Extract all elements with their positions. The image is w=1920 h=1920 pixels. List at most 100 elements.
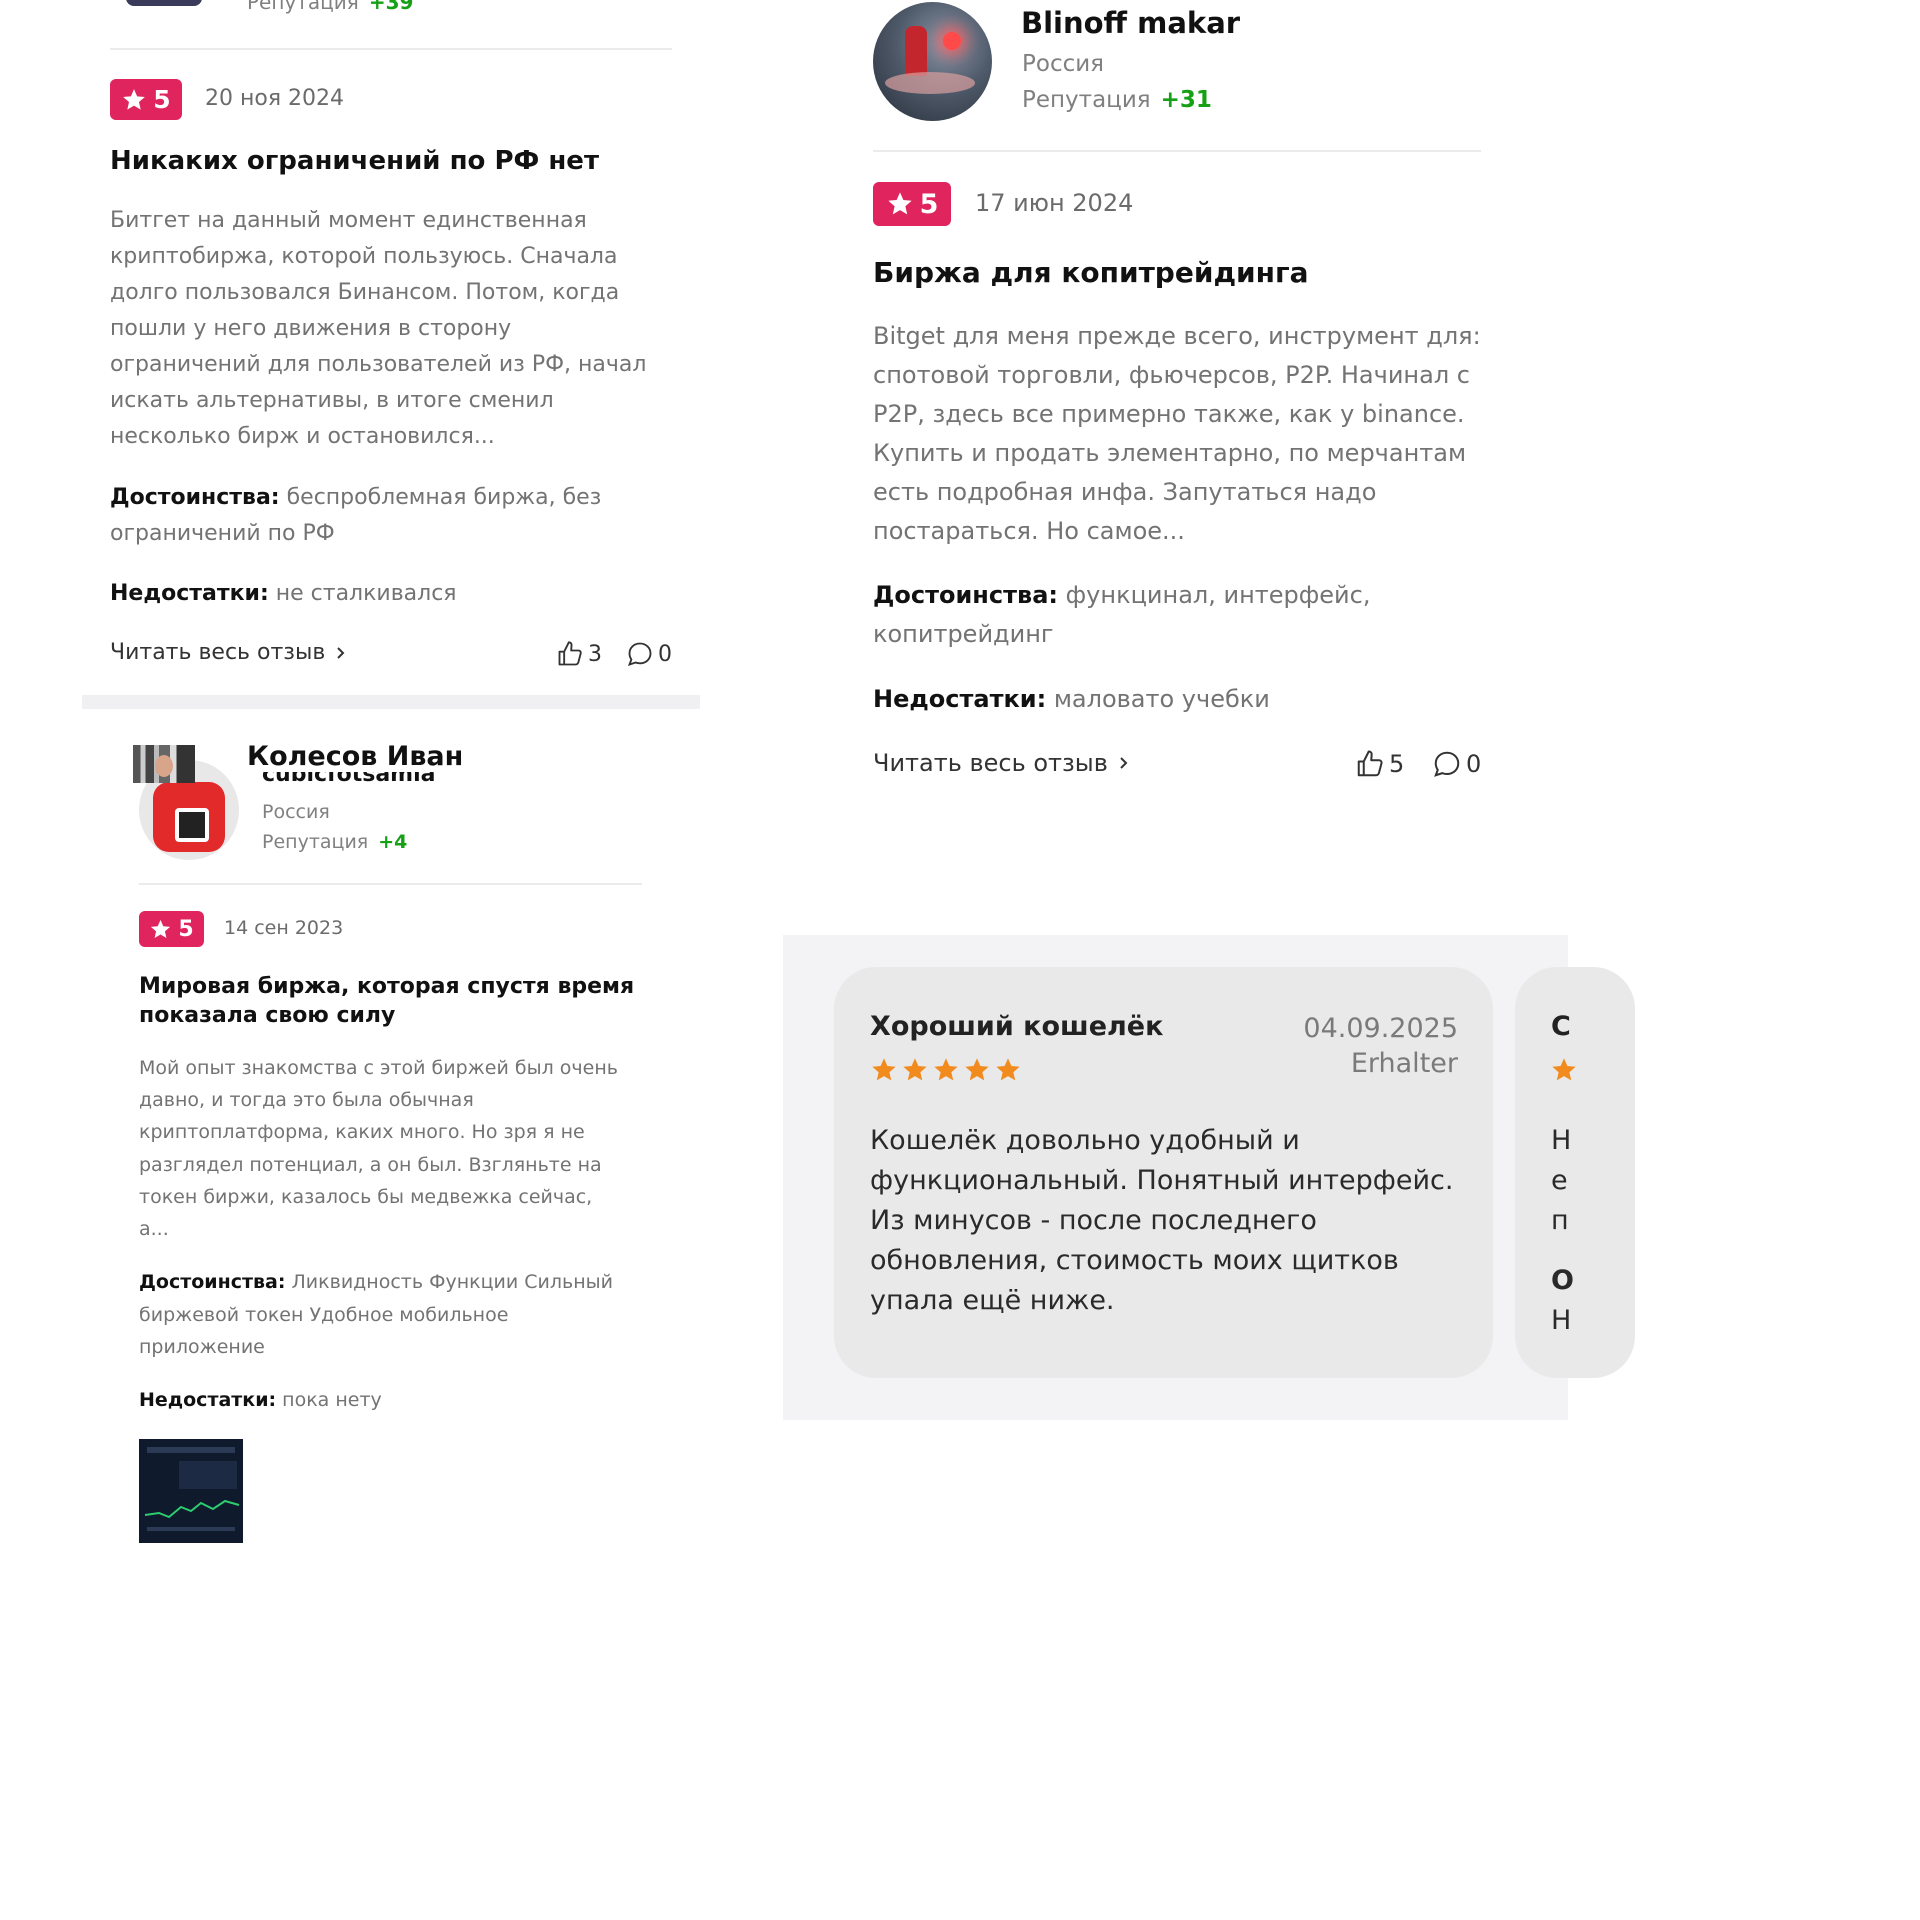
- review-title[interactable]: Биржа для копитрейдинга: [873, 256, 1309, 289]
- user-country: Россия: [262, 801, 330, 823]
- reputation-row: Репутация +4: [262, 831, 407, 853]
- app-review-body: Кошелёк довольно удобный и функциональны…: [870, 1121, 1470, 1321]
- body-line: криптобиржа, которой пользуюсь. Сначала: [110, 244, 618, 269]
- mascot-mouth: [175, 808, 209, 842]
- comment-count: 0: [658, 641, 672, 667]
- reputation-label: Репутация: [262, 831, 369, 853]
- body-line: пошли у него движения в сторону: [110, 316, 512, 341]
- review-screenshot-thumbnail[interactable]: [139, 1439, 243, 1543]
- user-country: Россия: [1022, 51, 1105, 77]
- comment-count: 0: [1466, 750, 1482, 778]
- body-line: несколько бирж и остановился...: [110, 424, 495, 449]
- review-date: 20 ноя 2024: [205, 86, 345, 111]
- thumbs-up-icon: [558, 641, 582, 666]
- star-icon: [965, 1058, 989, 1081]
- reputation-row: Репутация +39: [247, 0, 413, 14]
- body-line: Кошелёк довольно удобный и: [870, 1125, 1300, 1156]
- star-icon: [887, 192, 912, 215]
- rating-badge: 5: [139, 911, 204, 947]
- pros-text: копитрейдинг: [873, 620, 1054, 648]
- cons-block: Недостатки: не сталкивался: [110, 576, 457, 612]
- body-line: Битгет на данный момент единственная: [110, 208, 587, 233]
- body-line: спотовой торговли, фьючерсов, P2P. Начин…: [873, 361, 1470, 389]
- cons-text: не сталкивался: [275, 581, 457, 606]
- reputation-value: +31: [1160, 87, 1212, 113]
- reputation-label: Репутация: [1022, 87, 1151, 113]
- like-button[interactable]: 5: [1355, 749, 1404, 779]
- app-review-date: 04.09.2025: [1303, 1013, 1458, 1044]
- reputation-value: +39: [368, 0, 414, 14]
- read-full-review-link[interactable]: Читать весь отзыв: [110, 640, 347, 665]
- next-card-text-2: О Н: [1551, 1261, 1574, 1341]
- review-title[interactable]: Никаких ограничений по РФ нет: [110, 146, 599, 176]
- body-line: ограничений для пользователей из РФ, нач…: [110, 352, 647, 377]
- reputation-label: Репутация: [247, 0, 359, 14]
- pros-text: приложение: [139, 1336, 265, 1358]
- star-icon: [1552, 1058, 1576, 1081]
- next-card-text: Н е п: [1551, 1121, 1571, 1241]
- avatar-partial: [126, 0, 202, 6]
- body-line: токен биржи, казалось бы медвежка сейчас…: [139, 1185, 593, 1208]
- body-line: обновления, стоимость моих щитков: [870, 1245, 1399, 1276]
- pros-label: Достоинства:: [139, 1271, 286, 1293]
- rating-badge: 5: [110, 79, 182, 120]
- user-name[interactable]: Колесов Иван: [247, 741, 468, 772]
- star-icon: [934, 1058, 958, 1081]
- body-line: искать альтернативы, в итоге сменил: [110, 388, 554, 413]
- pros-text: биржевой токен Удобное мобильное: [139, 1303, 509, 1326]
- pros-text: Ликвидность Функции Сильный: [291, 1271, 614, 1293]
- thumb-chart-line: [144, 1499, 240, 1519]
- thumb-header: [147, 1447, 235, 1453]
- star-icon: [151, 919, 171, 938]
- pros-label: Достоинства:: [110, 485, 280, 510]
- cons-label: Недостатки:: [139, 1389, 277, 1411]
- user-avatar[interactable]: [873, 2, 992, 121]
- like-count: 5: [1389, 750, 1405, 778]
- comment-icon: [627, 642, 652, 666]
- avatar-spray: [885, 72, 975, 94]
- cons-text: пока нету: [282, 1389, 382, 1411]
- body-line: а...: [139, 1218, 169, 1241]
- reputation-row: Репутация +31: [1022, 87, 1212, 113]
- review-body: Bitget для меня прежде всего, инструмент…: [873, 317, 1513, 551]
- next-card-title-letter: С: [1551, 1011, 1571, 1042]
- review-title[interactable]: Мировая биржа, которая спустя время пока…: [139, 972, 634, 1030]
- read-more-label: Читать весь отзыв: [110, 640, 326, 665]
- title-line: Мировая биржа, которая спустя время: [139, 974, 635, 999]
- body-line: P2P, здесь все примерно также, как у bin…: [873, 400, 1465, 428]
- divider: [873, 150, 1481, 152]
- app-review-title: Хороший кошелёк: [870, 1011, 1164, 1042]
- cons-block: Недостатки: пока нету: [139, 1384, 382, 1416]
- comment-button[interactable]: 0: [626, 640, 672, 668]
- pros-text: беспроблемная биржа, без: [286, 485, 602, 510]
- pros-text: ограничений по РФ: [110, 521, 335, 546]
- body-line: е: [1551, 1165, 1568, 1196]
- pros-block: Достоинства: Ликвидность Функции Сильный…: [139, 1266, 659, 1364]
- avatar-flare: [943, 32, 961, 50]
- body-line: О: [1551, 1265, 1574, 1296]
- pros-block: Достоинства: функцинал, интерфейс, копит…: [873, 576, 1513, 654]
- comment-button[interactable]: 0: [1432, 749, 1481, 779]
- body-line: разглядел потенциал, а он был. Взгляньте…: [139, 1153, 602, 1176]
- comment-icon: [1434, 751, 1460, 777]
- title-line: показала свою силу: [139, 1003, 396, 1028]
- user-name[interactable]: Blinoff makar: [1021, 6, 1240, 40]
- cons-block: Недостатки: маловато учебки: [873, 680, 1270, 719]
- body-line: Мой опыт знакомства с этой биржей был оч…: [139, 1057, 618, 1079]
- body-line: есть подробная инфа. Запутаться надо: [873, 478, 1377, 506]
- cons-label: Недостатки:: [873, 685, 1047, 713]
- like-button[interactable]: 3: [556, 640, 602, 668]
- chevron-right-icon: [337, 646, 345, 659]
- read-more-label: Читать весь отзыв: [873, 749, 1108, 777]
- star-icon: [996, 1058, 1020, 1081]
- body-line: упала ещё ниже.: [870, 1285, 1115, 1316]
- body-line: п: [1551, 1205, 1569, 1236]
- review-date: 14 сен 2023: [224, 917, 344, 939]
- star-icon: [903, 1058, 927, 1081]
- divider: [139, 883, 642, 885]
- reputation-value: +4: [378, 831, 408, 853]
- body-line: Н: [1551, 1125, 1572, 1156]
- review-card-next[interactable]: [1515, 967, 1635, 1378]
- body-line: Н: [1551, 1305, 1572, 1336]
- read-full-review-link[interactable]: Читать весь отзыв: [873, 749, 1130, 777]
